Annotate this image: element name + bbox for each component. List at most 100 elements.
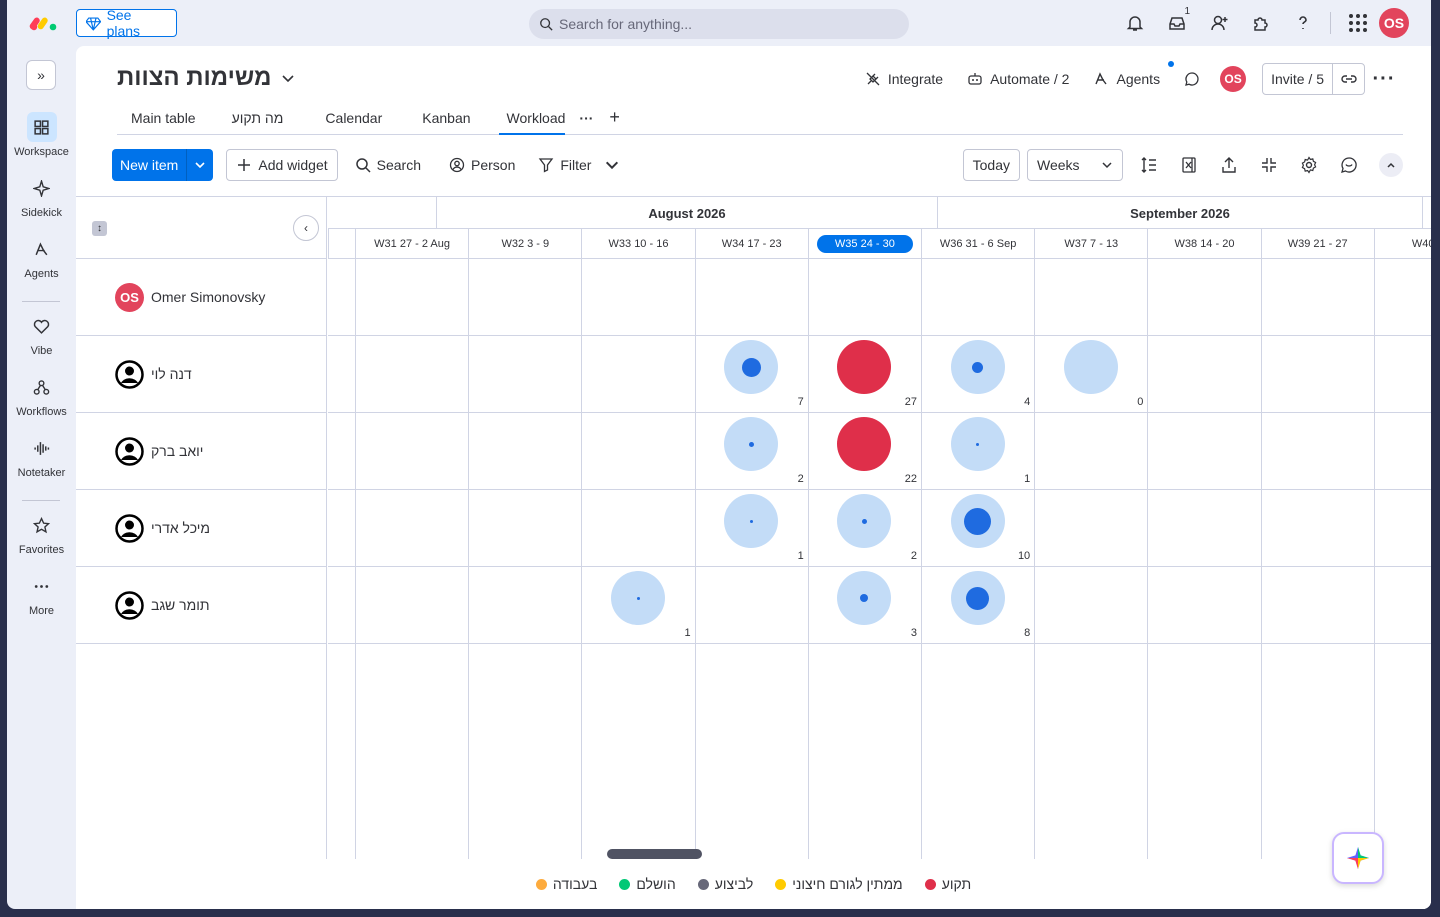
person-row[interactable]: מיכל אדרי <box>76 490 327 567</box>
add-view-button[interactable]: + <box>599 101 630 134</box>
filter-button[interactable]: Filter <box>529 149 600 181</box>
integrate-button[interactable]: Integrate <box>853 63 955 95</box>
sidebar-item-agents[interactable]: Agents <box>7 234 76 280</box>
person-placeholder-icon <box>115 513 144 543</box>
search-label: Search <box>376 157 421 173</box>
ai-assistant-button[interactable] <box>1332 832 1384 884</box>
tab-options-button[interactable]: ··· <box>573 101 599 134</box>
ai-chat-button[interactable] <box>1329 149 1369 181</box>
filter-dropdown-button[interactable] <box>600 149 624 181</box>
workload-grid: ↕ ‹ OS Omer Simonovsky דנה לוי יואב ברק מיכל… <box>76 196 1431 860</box>
workload-bubble[interactable] <box>724 340 779 394</box>
workload-bubble[interactable] <box>950 571 1005 625</box>
app-switcher-button[interactable] <box>1337 8 1379 38</box>
see-plans-button[interactable]: See plans <box>76 7 177 39</box>
collapse-header-button[interactable] <box>1379 153 1403 177</box>
new-item-dropdown[interactable] <box>186 149 213 181</box>
search-button[interactable]: Search <box>346 149 430 181</box>
workload-bubble[interactable] <box>950 494 1005 548</box>
inbox-button[interactable]: 1 <box>1156 6 1198 38</box>
tab-kanban[interactable]: Kanban <box>402 101 490 134</box>
chevron-down-icon <box>1102 162 1112 169</box>
sidebar-item-vibe[interactable]: Vibe <box>7 311 76 357</box>
board-more-button[interactable]: ··· <box>1365 68 1403 91</box>
horizontal-scrollbar-thumb[interactable] <box>607 849 702 859</box>
add-widget-button[interactable]: Add widget <box>226 149 338 181</box>
workload-bubble[interactable] <box>611 571 665 625</box>
workload-bubble[interactable] <box>950 340 1005 394</box>
status-legend: בעבודה הושלם לביצוע ממתין לגורם חיצוני תקוע <box>76 859 1431 909</box>
expand-sidebar-button[interactable]: » <box>26 60 56 90</box>
grid-vertical-line <box>1147 259 1149 860</box>
workload-bubble[interactable] <box>837 340 892 394</box>
updates-button[interactable] <box>1172 63 1212 95</box>
workload-bubble[interactable] <box>837 571 892 625</box>
help-button[interactable] <box>1282 8 1324 38</box>
chevron-up-icon <box>1387 162 1395 168</box>
week-header: W36 31 - 6 Sep <box>921 229 1034 259</box>
week-header-edge <box>328 229 355 259</box>
person-row[interactable]: יואב ברק <box>76 413 327 490</box>
collapse-people-button[interactable]: ‹ <box>293 215 319 241</box>
legend-dot <box>535 878 547 890</box>
automate-button[interactable]: Automate / 2 <box>955 63 1081 95</box>
grid-horizontal-line <box>328 335 1431 336</box>
sidebar-item-more[interactable]: More <box>7 571 76 617</box>
sidebar-item-label: Sidekick <box>21 207 62 219</box>
sort-icon[interactable]: ↕ <box>92 221 107 236</box>
workload-bubble[interactable] <box>1063 340 1118 394</box>
puzzle-icon <box>1254 17 1268 31</box>
new-item-button[interactable]: New item <box>112 149 214 181</box>
share-button[interactable] <box>1209 149 1249 181</box>
apps-marketplace-button[interactable] <box>1240 8 1282 38</box>
person-row[interactable]: תומר שגב <box>76 567 327 644</box>
excel-export-button[interactable] <box>1169 149 1209 181</box>
workload-bubble[interactable] <box>724 417 779 471</box>
diamond-icon <box>86 16 101 31</box>
notifications-button[interactable] <box>1114 8 1156 38</box>
workload-bubble[interactable] <box>950 417 1005 471</box>
workload-bubble-core <box>861 518 867 524</box>
sidebar-item-workflows[interactable]: Workflows <box>7 372 76 418</box>
workload-bubble-core <box>748 441 754 447</box>
more-icon <box>34 584 49 588</box>
person-row[interactable]: דנה לוי <box>76 336 327 413</box>
board-title[interactable]: משימות הצוות <box>117 64 295 92</box>
person-circle-icon <box>449 157 465 173</box>
timeline-area[interactable]: August 2026 September 2026 W31 27 - 2 Au… <box>328 197 1431 860</box>
sidebar-item-favorites[interactable]: Favorites <box>7 510 76 556</box>
agents-button[interactable]: Agents <box>1081 61 1175 95</box>
copy-link-button[interactable] <box>1332 64 1364 94</box>
invite-members-button[interactable] <box>1198 8 1240 38</box>
tab-main-table[interactable]: Main table <box>117 101 210 134</box>
tab-workload[interactable]: Workload <box>491 101 574 135</box>
monday-logo[interactable] <box>29 12 59 34</box>
sidebar-item-notetaker[interactable]: Notetaker <box>7 433 76 479</box>
person-row[interactable]: OS Omer Simonovsky <box>76 259 327 336</box>
board-owner-avatar[interactable]: OS <box>1220 66 1247 92</box>
sidebar-item-sidekick[interactable]: Sidekick <box>7 173 76 219</box>
user-avatar[interactable]: OS <box>1379 8 1409 38</box>
workload-bubble[interactable] <box>837 417 892 471</box>
chat-bubble-icon <box>1185 72 1199 86</box>
workload-bubble[interactable] <box>724 494 779 548</box>
person-filter-button[interactable]: Person <box>440 149 524 181</box>
sidebar-item-workspace[interactable]: Workspace <box>7 112 76 158</box>
row-height-icon <box>1141 157 1156 173</box>
workload-bubble[interactable] <box>837 494 892 548</box>
global-search-input[interactable]: Search for anything... <box>529 9 909 39</box>
invite-button[interactable]: Invite / 5 <box>1262 63 1365 95</box>
timescale-select[interactable]: Weeks <box>1027 149 1123 181</box>
collapse-view-button[interactable] <box>1249 149 1289 181</box>
tab-stuck[interactable]: מה תקוע <box>210 101 306 134</box>
grid-vertical-line <box>1373 259 1375 860</box>
today-button[interactable]: Today <box>962 149 1020 181</box>
grid-horizontal-line <box>328 566 1431 567</box>
person-name: מיכל אדרי <box>151 520 211 536</box>
settings-button[interactable] <box>1289 149 1329 181</box>
toolbar-right: Today Weeks <box>962 149 1403 181</box>
new-item-label: New item <box>120 157 179 173</box>
row-height-button[interactable] <box>1129 149 1169 181</box>
person-name: תומר שגב <box>151 597 210 613</box>
tab-calendar[interactable]: Calendar <box>305 101 402 134</box>
